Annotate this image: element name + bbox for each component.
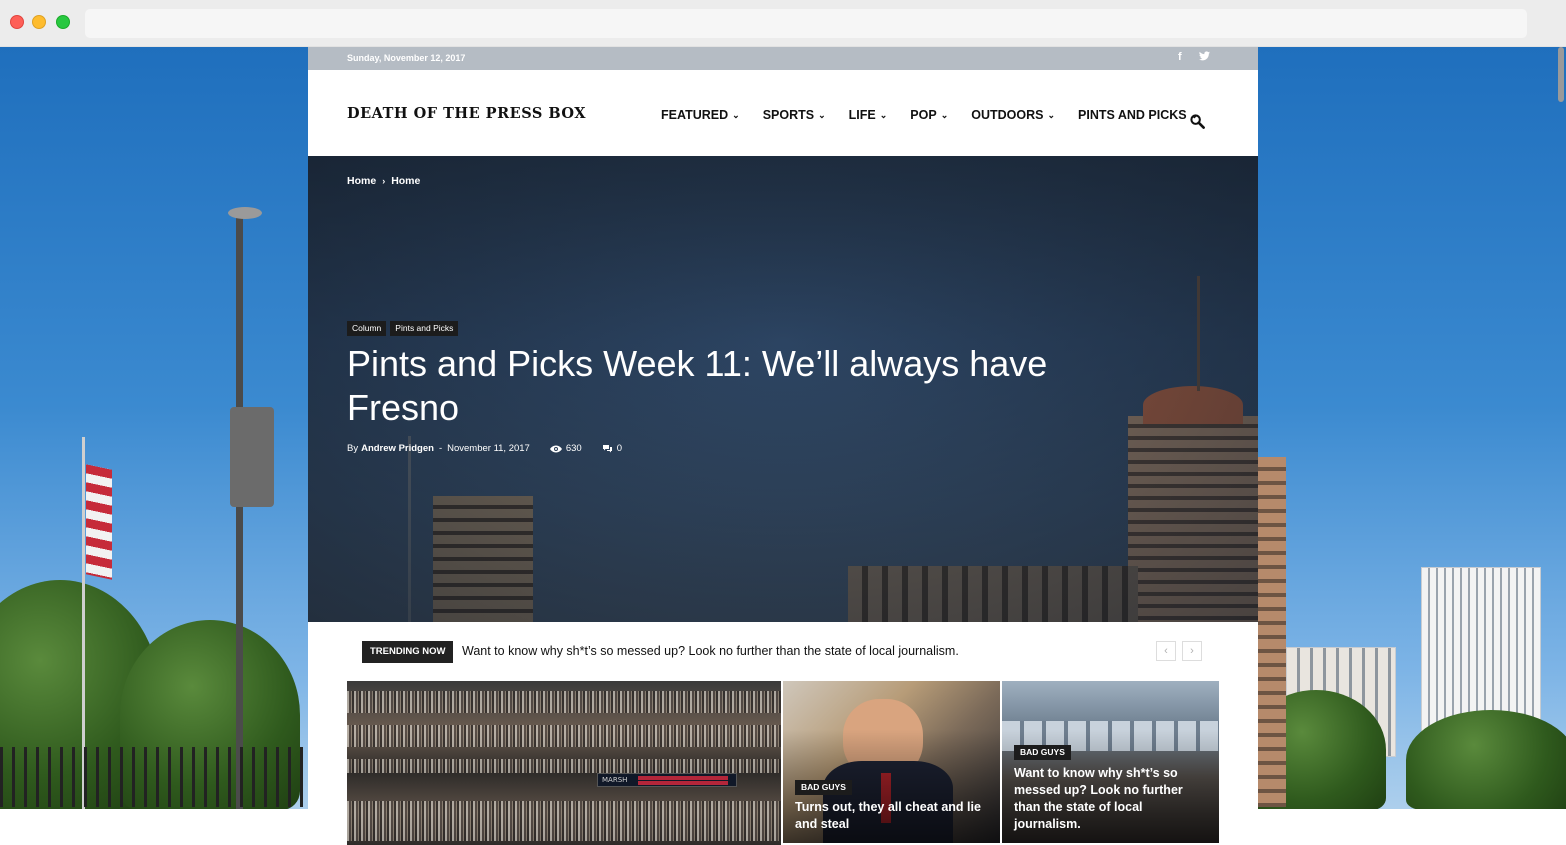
street-lamp: [228, 207, 262, 219]
background-left-scene: [0, 47, 310, 845]
tree-cluster: [1406, 710, 1566, 810]
card-category[interactable]: BAD GUYS: [795, 780, 852, 795]
tag-column[interactable]: Column: [347, 321, 387, 336]
view-count: 630: [549, 443, 582, 454]
background-right-scene: [1256, 47, 1566, 845]
card-title[interactable]: Want to know why sh*t’s so messed up? Lo…: [1014, 765, 1204, 833]
address-bar[interactable]: [85, 9, 1527, 38]
breadcrumb-separator: ›: [382, 176, 386, 186]
trending-now-bar: TRENDING NOW Want to know why sh*t’s so …: [362, 641, 1204, 663]
scoreboard: MARSH: [597, 773, 737, 787]
trending-prev-button[interactable]: ‹: [1156, 641, 1176, 661]
top-bar: Sunday, November 12, 2017 f: [308, 47, 1258, 70]
minimize-window-button[interactable]: [32, 15, 46, 29]
article-tags: Column Pints and Picks: [347, 321, 459, 336]
nav-item-label: OUTDOORS: [971, 108, 1044, 122]
trending-next-button[interactable]: ›: [1182, 641, 1202, 661]
chevron-down-icon: ⌄: [732, 110, 740, 120]
trending-label: TRENDING NOW: [362, 641, 454, 663]
fence: [0, 747, 310, 807]
ground: [1256, 809, 1566, 845]
publish-date: November 11, 2017: [447, 443, 530, 454]
page-scrollbar[interactable]: [1558, 47, 1564, 102]
meta-separator: -: [438, 443, 443, 454]
hero-article[interactable]: Home › Home Column Pints and Picks Pints…: [308, 156, 1258, 622]
nav-item-pop[interactable]: POP ⌄: [910, 108, 948, 122]
nav-item-label: SPORTS: [762, 108, 815, 122]
byline-label: By: [347, 443, 359, 454]
traffic-pole: [236, 217, 243, 817]
comment-icon: [602, 445, 612, 453]
current-date: Sunday, November 12, 2017: [347, 53, 466, 63]
traffic-light: [230, 407, 274, 507]
stadium-crowd: [347, 759, 781, 773]
browser-toolbar: [0, 0, 1566, 47]
nav-item-featured[interactable]: FEATURED ⌄: [661, 108, 740, 122]
stadium-crowd: [347, 801, 781, 841]
search-icon[interactable]: [1190, 114, 1205, 129]
comment-count[interactable]: 0: [602, 443, 622, 454]
stadium-crowd: [347, 725, 781, 747]
article-meta: By Andrew Pridgen - November 11, 2017 63…: [347, 443, 622, 454]
ground: [0, 809, 310, 845]
tag-pints-and-picks[interactable]: Pints and Picks: [390, 321, 459, 336]
featured-card-stadium[interactable]: MARSH: [347, 681, 781, 845]
site-logo[interactable]: DEATH OF THE PRESS BOX: [347, 105, 586, 122]
comment-count-value: 0: [616, 443, 623, 454]
maximize-window-button[interactable]: [56, 15, 70, 29]
view-count-value: 630: [565, 443, 582, 454]
site-container: Sunday, November 12, 2017 f DEATH OF THE…: [308, 47, 1258, 845]
nav-item-label: LIFE: [848, 108, 876, 122]
chevron-down-icon: ⌄: [879, 110, 888, 120]
nav-item-sports[interactable]: SPORTS ⌄: [763, 108, 826, 122]
card-category[interactable]: BAD GUYS: [1014, 745, 1071, 760]
trending-article-link[interactable]: Want to know why sh*t’s so messed up? Lo…: [462, 644, 959, 658]
nav-item-label: FEATURED: [661, 108, 729, 122]
scoreboard-row: [638, 776, 728, 780]
brick-tower: [1256, 457, 1286, 807]
chevron-down-icon: ⌄: [818, 110, 826, 120]
breadcrumb-home[interactable]: Home: [347, 175, 376, 187]
american-flag: [86, 464, 112, 580]
nav-item-pints-and-picks[interactable]: PINTS AND PICKS ⌄: [1078, 108, 1198, 122]
nav-item-life[interactable]: LIFE ⌄: [849, 108, 888, 122]
nav-item-label: PINTS AND PICKS: [1078, 108, 1187, 122]
page-viewport: Sunday, November 12, 2017 f DEATH OF THE…: [0, 47, 1566, 845]
breadcrumb-current[interactable]: Home: [391, 175, 420, 187]
scoreboard-text: MARSH: [602, 776, 628, 784]
card-turns-out[interactable]: BAD GUYS Turns out, they all cheat and l…: [783, 681, 1000, 843]
nav-item-label: POP: [910, 108, 937, 122]
chevron-down-icon: ⌄: [1047, 110, 1056, 120]
close-window-button[interactable]: [10, 15, 24, 29]
scoreboard-row: [638, 781, 728, 785]
card-title[interactable]: Turns out, they all cheat and lie and st…: [795, 799, 985, 833]
article-title[interactable]: Pints and Picks Week 11: We’ll always ha…: [347, 342, 1067, 430]
twitter-icon[interactable]: [1199, 51, 1210, 64]
eye-icon: [549, 445, 562, 452]
chevron-down-icon: ⌄: [940, 110, 949, 120]
main-navigation: FEATURED ⌄ SPORTS ⌄ LIFE ⌄ POP ⌄ OUTDOORS ⌄ P…: [661, 108, 1221, 122]
author-link[interactable]: Andrew Pridgen: [361, 443, 434, 454]
breadcrumb: Home › Home: [347, 175, 420, 187]
card-local-journalism[interactable]: BAD GUYS Want to know why sh*t’s so mess…: [1002, 681, 1219, 843]
facebook-icon[interactable]: f: [1178, 51, 1182, 63]
nav-item-outdoors[interactable]: OUTDOORS ⌄: [971, 108, 1055, 122]
site-header: DEATH OF THE PRESS BOX FEATURED ⌄ SPORTS ⌄…: [308, 70, 1258, 156]
stadium-crowd: [347, 691, 781, 713]
